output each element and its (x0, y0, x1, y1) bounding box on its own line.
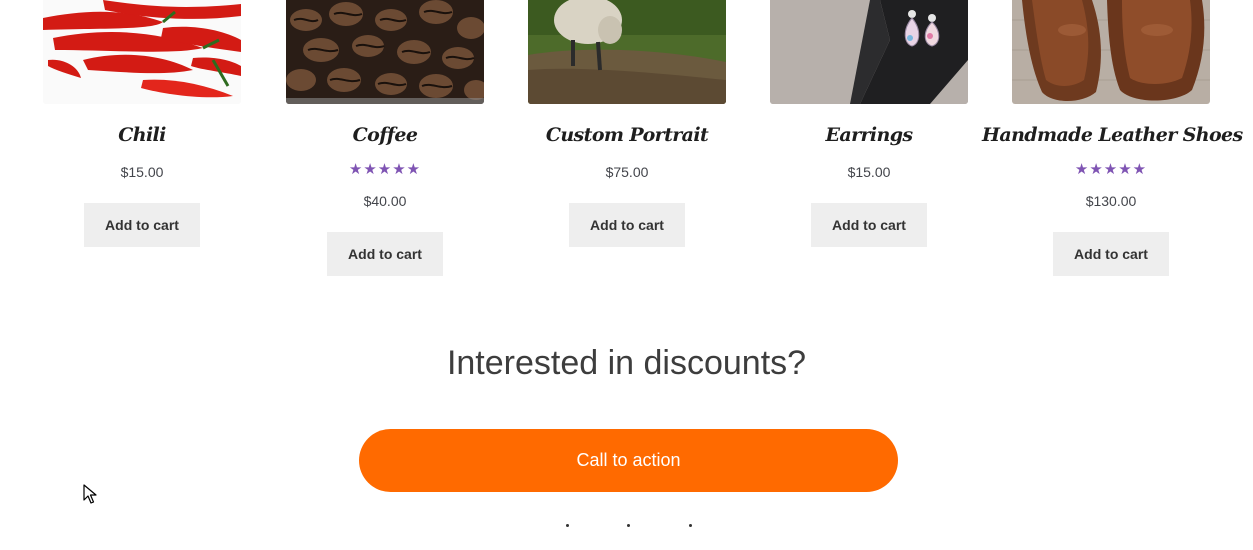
product-price: $75.00 (605, 164, 649, 180)
product-card-leather-shoes: Handmade Leather Shoes ★★★★★ $130.00 Add… (982, 0, 1243, 276)
sheep-image (528, 0, 726, 104)
product-card-coffee: Coffee ★★★★★ $40.00 Add to cart (286, 0, 484, 276)
chili-image (43, 0, 241, 104)
product-price: $15.00 (847, 164, 891, 180)
shop-page: Chili $15.00 Add to cart Coffee ★★★★★ $4… (0, 0, 1253, 550)
product-image-chili[interactable] (43, 0, 241, 104)
product-image-custom-portrait[interactable] (528, 0, 726, 104)
carousel-dot[interactable] (566, 524, 569, 527)
carousel-dot[interactable] (689, 524, 692, 527)
product-price: $15.00 (120, 164, 164, 180)
add-to-cart-button[interactable]: Add to cart (84, 203, 200, 247)
add-to-cart-button[interactable]: Add to cart (327, 232, 443, 276)
product-card-earrings: Earrings $15.00 Add to cart (770, 0, 968, 247)
product-title[interactable]: Earrings (740, 124, 998, 146)
mouse-pointer-icon (83, 484, 97, 504)
coffee-image (286, 0, 484, 104)
carousel-dot[interactable] (627, 524, 630, 527)
star-rating: ★★★★★ (348, 161, 422, 178)
product-image-leather-shoes[interactable] (1012, 0, 1210, 104)
product-card-chili: Chili $15.00 Add to cart (43, 0, 241, 247)
add-to-cart-button[interactable]: Add to cart (569, 203, 685, 247)
product-title[interactable]: Handmade Leather Shoes (982, 124, 1243, 146)
product-card-custom-portrait: Custom Portrait $75.00 Add to cart (528, 0, 726, 247)
product-title[interactable]: Coffee (256, 124, 514, 146)
shoes-image (1012, 0, 1210, 104)
add-to-cart-button[interactable]: Add to cart (1053, 232, 1169, 276)
call-to-action-button[interactable]: Call to action (359, 429, 898, 492)
product-title[interactable]: Custom Portrait (498, 124, 756, 146)
product-image-earrings[interactable] (770, 0, 968, 104)
add-to-cart-button[interactable]: Add to cart (811, 203, 927, 247)
promo-heading: Interested in discounts? (446, 344, 807, 382)
product-price: $40.00 (363, 193, 407, 209)
product-price: $130.00 (1085, 193, 1137, 209)
product-image-coffee[interactable] (286, 0, 484, 104)
product-title[interactable]: Chili (13, 124, 271, 146)
star-rating: ★★★★★ (1074, 161, 1148, 178)
earrings-image (770, 0, 968, 104)
